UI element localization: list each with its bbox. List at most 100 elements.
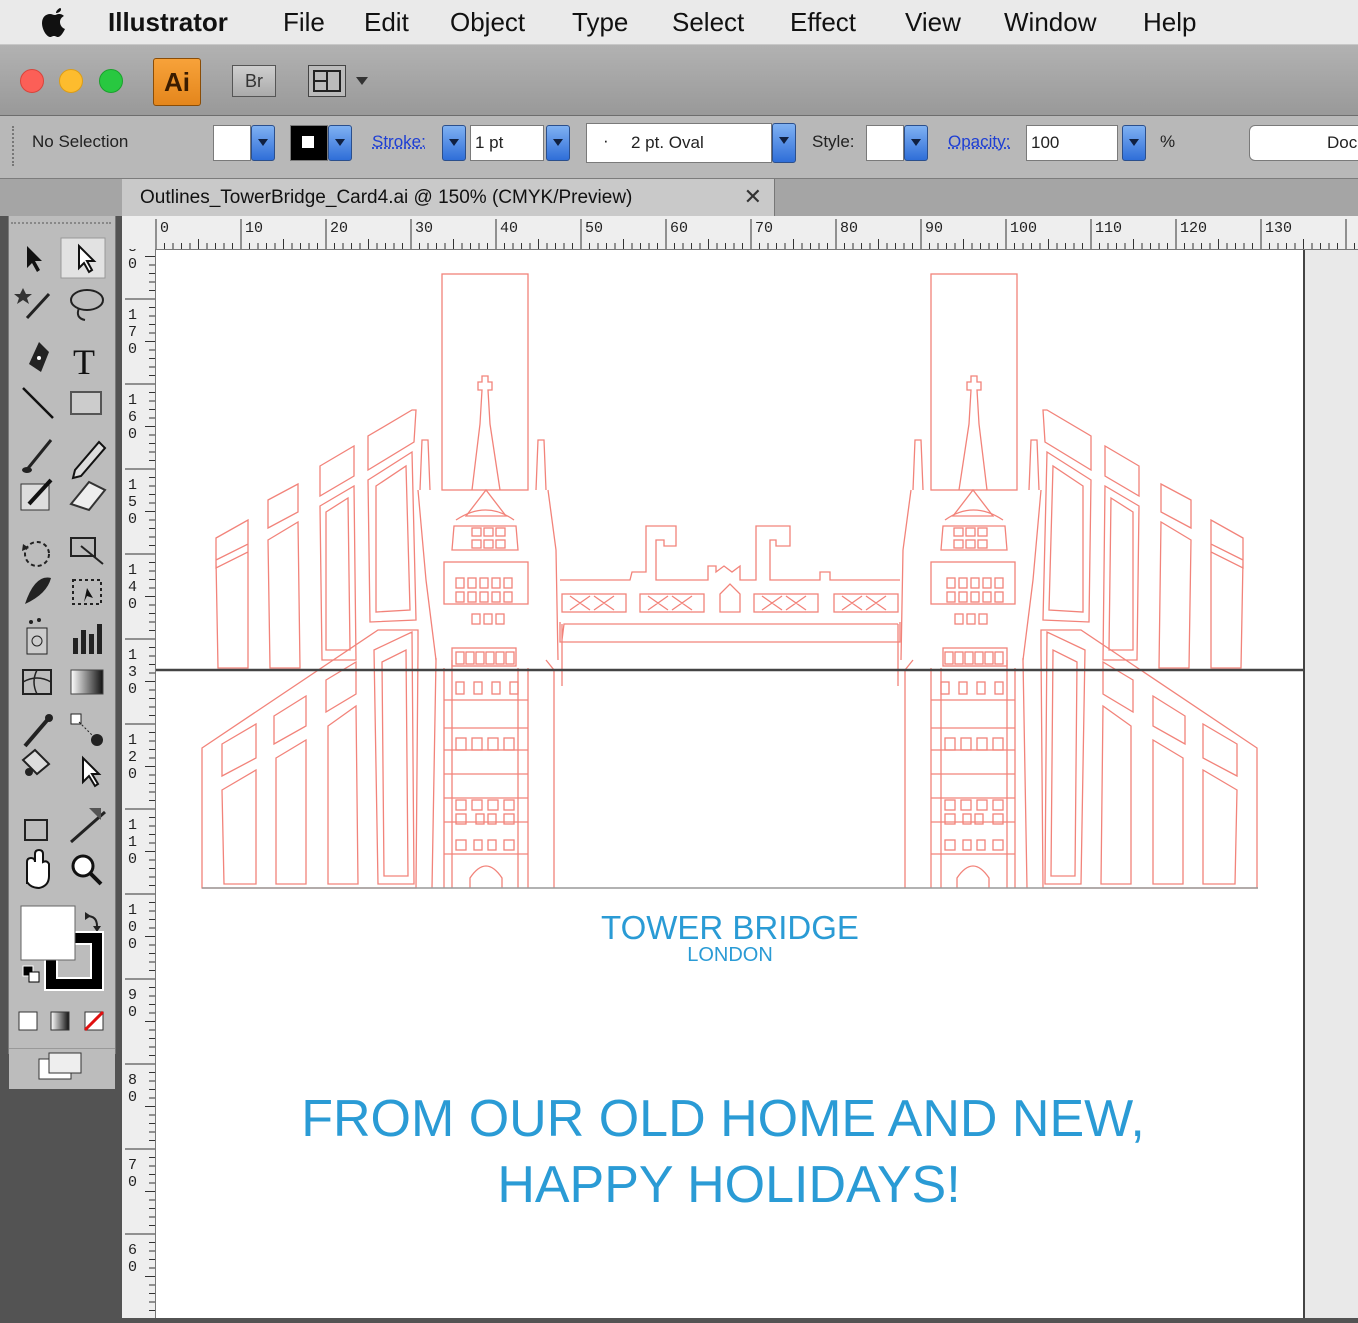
rectangle-tool[interactable] xyxy=(71,392,101,414)
stroke-color-dropdown[interactable] xyxy=(328,125,352,161)
menu-window[interactable]: Window xyxy=(1004,6,1096,38)
eyedropper-tool[interactable] xyxy=(25,714,53,746)
stroke-label[interactable]: Stroke: xyxy=(372,132,426,152)
toolbox: T xyxy=(8,207,116,1054)
menu-object[interactable]: Object xyxy=(450,6,525,38)
stroke-weight-stepper[interactable] xyxy=(442,125,466,161)
graphic-style-dropdown[interactable] xyxy=(904,125,928,161)
zoom-tool[interactable] xyxy=(73,856,101,884)
ruler-label: 110 xyxy=(128,817,137,868)
lasso-tool[interactable] xyxy=(71,290,103,320)
panel-grip[interactable] xyxy=(12,126,18,166)
minimize-window-button[interactable] xyxy=(59,69,83,93)
opacity-label[interactable]: Opacity: xyxy=(948,132,1010,152)
artboard[interactable]: TOWER BRIDGE LONDON FROM OUR OLD HOME AN… xyxy=(156,250,1305,1318)
slice-tool[interactable] xyxy=(71,808,105,842)
close-icon[interactable]: ✕ xyxy=(744,184,762,210)
ruler-label: 60 xyxy=(670,220,688,237)
horizontal-ruler-marks: 0 10 20 30 40 50 60 70 80 90 100 110 120 130 xyxy=(122,216,1358,249)
ruler-label: 90 xyxy=(128,987,137,1021)
screen-mode-button[interactable] xyxy=(9,1048,115,1089)
brush-definition-field[interactable]: · 2 pt. Oval xyxy=(586,123,772,163)
left-panel-tall xyxy=(368,452,416,622)
stroke-weight-dropdown[interactable] xyxy=(546,125,570,161)
paintbrush-tool[interactable] xyxy=(22,440,51,473)
menu-view[interactable]: View xyxy=(905,6,961,38)
swap-colors-icon[interactable] xyxy=(85,912,101,932)
blend-tool[interactable] xyxy=(71,714,103,746)
left-panel-top xyxy=(368,410,416,470)
menu-help[interactable]: Help xyxy=(1143,6,1196,38)
horizontal-ruler[interactable]: 0 10 20 30 40 50 60 70 80 90 100 110 120 130 xyxy=(122,216,1358,250)
hand-tool[interactable] xyxy=(27,850,49,888)
apple-icon[interactable] xyxy=(40,6,70,38)
fill-color-box[interactable] xyxy=(21,906,75,960)
close-window-button[interactable] xyxy=(20,69,44,93)
stroke-weight-field[interactable]: 1 pt xyxy=(470,125,544,161)
greeting-line-1[interactable]: FROM OUR OLD HOME AND NEW, xyxy=(301,1090,1145,1148)
ruler-label: 120 xyxy=(128,732,137,783)
ruler-label: 120 xyxy=(1180,220,1207,237)
card-subheading[interactable]: LONDON xyxy=(687,944,773,966)
default-colors-icon[interactable] xyxy=(23,966,39,982)
type-tool[interactable]: T xyxy=(73,342,95,382)
ruler-label: 100 xyxy=(128,902,137,953)
symbol-sprayer-tool[interactable] xyxy=(27,618,47,654)
ruler-label: 170 xyxy=(128,307,137,358)
opacity-dropdown[interactable] xyxy=(1122,125,1146,161)
left-tower-turrets xyxy=(420,440,546,490)
pen-tool[interactable] xyxy=(29,342,49,372)
eraser-tool[interactable] xyxy=(71,482,105,510)
arrange-documents-button[interactable] xyxy=(308,65,346,97)
high-walkway xyxy=(560,526,900,686)
brush-definition-dropdown[interactable] xyxy=(772,123,796,163)
ruler-label: 10 xyxy=(245,220,263,237)
menu-effect[interactable]: Effect xyxy=(790,6,856,38)
card-heading[interactable]: TOWER BRIDGE xyxy=(601,909,859,946)
live-paint-selection-tool[interactable] xyxy=(83,758,99,786)
color-mode-button[interactable] xyxy=(19,1012,37,1030)
left-panel-mid xyxy=(320,446,356,660)
vertical-ruler[interactable]: 180 170 160 150 140 130 120 110 100 90 80 70 60 xyxy=(122,249,156,1318)
width-tool[interactable] xyxy=(25,578,51,604)
tower-bridge-outline-artwork[interactable]: TOWER BRIDGE LONDON FROM OUR OLD HOME AN… xyxy=(156,250,1303,1318)
document-setup-label: Doc xyxy=(1327,133,1357,153)
gradient-mode-button[interactable] xyxy=(51,1012,69,1030)
graph-tool[interactable] xyxy=(73,624,102,654)
fill-dropdown[interactable] xyxy=(251,125,275,161)
gradient-tool[interactable] xyxy=(71,670,103,694)
menu-bar: Illustrator File Edit Object Type Select… xyxy=(0,0,1358,45)
blob-brush-tool[interactable] xyxy=(21,480,51,510)
magic-wand-tool[interactable] xyxy=(14,288,49,318)
scale-tool[interactable] xyxy=(71,538,103,564)
artboard-tool[interactable] xyxy=(25,820,47,840)
stroke-swatch[interactable] xyxy=(290,125,328,161)
document-tab[interactable]: Outlines_TowerBridge_Card4.ai @ 150% (CM… xyxy=(122,179,775,216)
pencil-tool[interactable] xyxy=(73,442,105,478)
canvas[interactable]: TOWER BRIDGE LONDON FROM OUR OLD HOME AN… xyxy=(156,250,1358,1318)
greeting-line-2[interactable]: HAPPY HOLIDAYS! xyxy=(497,1156,960,1214)
ruler-label: 80 xyxy=(128,1072,137,1106)
menu-file[interactable]: File xyxy=(283,6,325,38)
fill-swatch[interactable] xyxy=(213,125,251,161)
graphic-style-swatch[interactable] xyxy=(866,125,904,161)
none-mode-button[interactable] xyxy=(85,1012,103,1030)
free-transform-tool[interactable] xyxy=(73,580,101,604)
zoom-window-button[interactable] xyxy=(99,69,123,93)
bridge-button[interactable]: Br xyxy=(232,65,276,97)
line-tool[interactable] xyxy=(23,388,53,418)
rotate-tool[interactable] xyxy=(22,542,49,566)
chevron-down-icon[interactable] xyxy=(354,75,370,87)
menu-edit[interactable]: Edit xyxy=(364,6,409,38)
document-setup-button[interactable]: Doc xyxy=(1249,125,1358,161)
illustrator-logo: Ai xyxy=(153,58,201,106)
live-paint-tool[interactable] xyxy=(23,750,49,776)
opacity-field[interactable]: 100 xyxy=(1026,125,1118,161)
selection-tool[interactable] xyxy=(27,246,42,272)
mesh-tool[interactable] xyxy=(23,670,51,694)
menu-type[interactable]: Type xyxy=(572,6,628,38)
ruler-label: 40 xyxy=(500,220,518,237)
ruler-label: 150 xyxy=(128,477,137,528)
menu-select[interactable]: Select xyxy=(672,6,744,38)
app-menu[interactable]: Illustrator xyxy=(108,6,228,38)
